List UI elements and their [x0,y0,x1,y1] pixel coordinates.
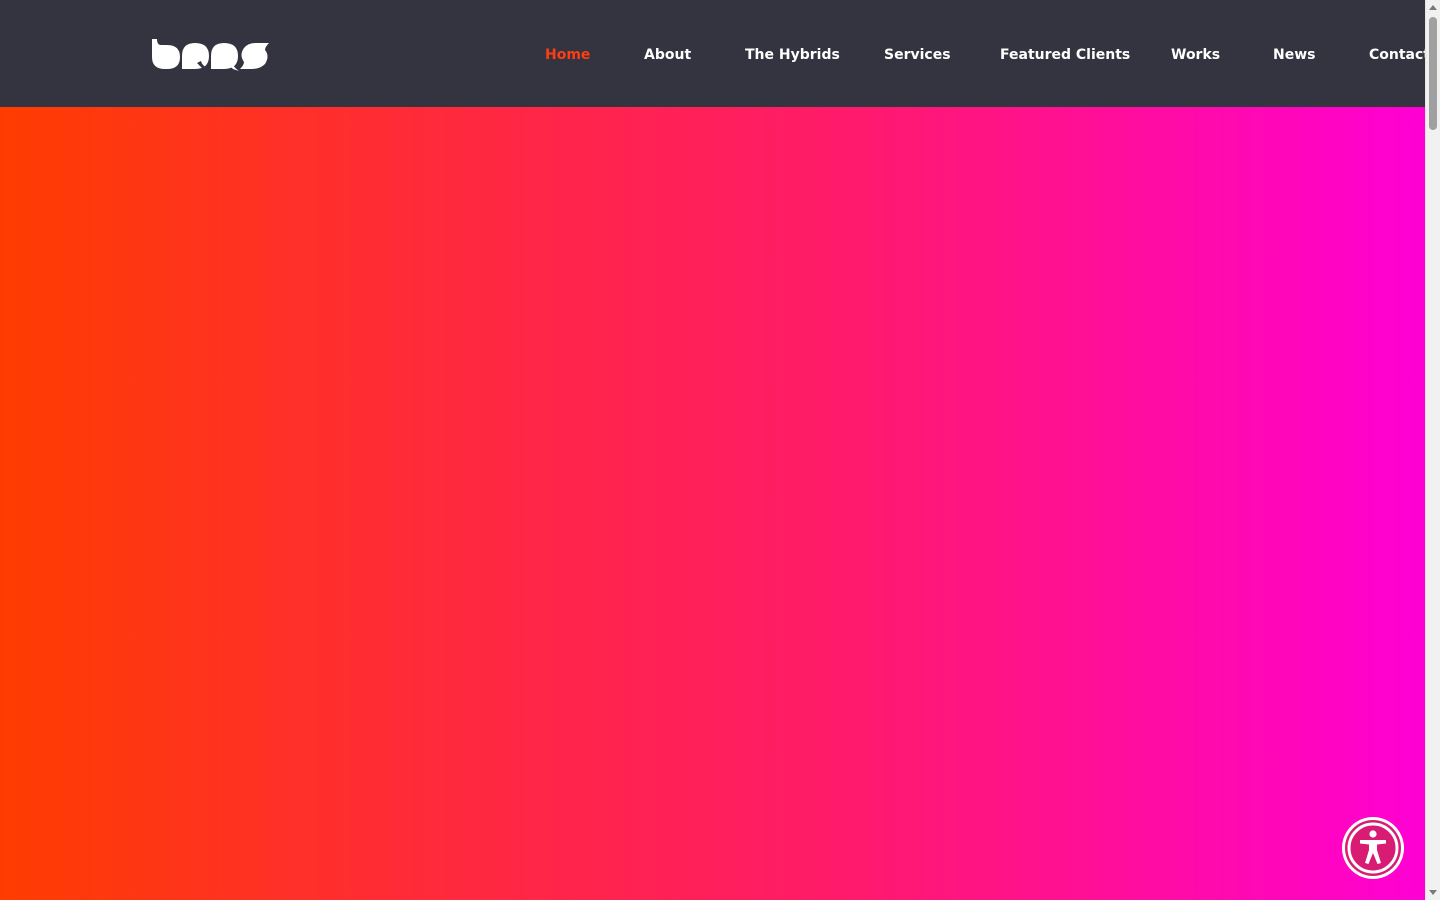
nav-item-featured-clients[interactable]: Featured Clients [1000,45,1130,65]
nav-item-home[interactable]: Home [545,45,590,65]
nav-item-news[interactable]: News [1273,45,1315,65]
nav-item-contact[interactable]: Contact [1369,45,1425,65]
main-nav: Home About The Hybrids Services Featured… [0,0,1425,107]
vertical-scrollbar[interactable] [1425,0,1440,900]
scroll-up-arrow-icon[interactable] [1429,5,1437,10]
scroll-down-arrow-icon[interactable] [1429,890,1437,895]
accessibility-icon [1345,820,1401,876]
site-header: Home About The Hybrids Services Featured… [0,0,1425,107]
nav-item-works[interactable]: Works [1171,45,1220,65]
scroll-thumb[interactable] [1429,17,1437,130]
accessibility-button[interactable] [1342,817,1404,879]
page: Home About The Hybrids Services Featured… [0,0,1425,900]
nav-item-services[interactable]: Services [884,45,951,65]
nav-item-the-hybrids[interactable]: The Hybrids [745,45,840,65]
hero-gradient-banner [0,107,1425,900]
nav-item-about[interactable]: About [644,45,691,65]
